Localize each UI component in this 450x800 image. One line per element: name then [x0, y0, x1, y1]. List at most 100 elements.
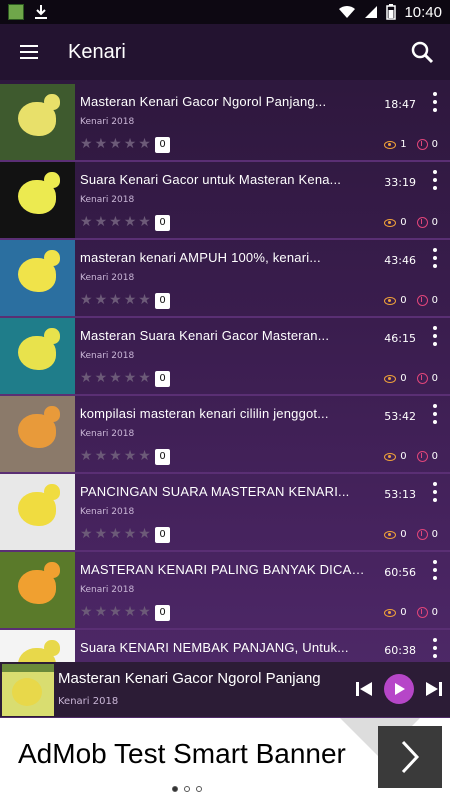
star-icon[interactable]: ★	[124, 214, 137, 230]
video-item[interactable]: masteran kenari AMPUH 100%, kenari... Ke…	[0, 240, 450, 318]
more-options-icon[interactable]	[432, 404, 438, 424]
star-icon[interactable]: ★	[138, 370, 151, 386]
video-stats: 0 0	[384, 529, 438, 540]
rating-stars[interactable]: ★ ★ ★ ★ ★	[80, 370, 151, 386]
star-icon[interactable]: ★	[80, 448, 93, 464]
star-icon[interactable]: ★	[95, 370, 108, 386]
mini-player[interactable]: Masteran Kenari Gacor Ngorol Panjang Ken…	[0, 662, 450, 717]
video-item[interactable]: Suara Kenari Gacor untuk Masteran Kena..…	[0, 162, 450, 240]
video-duration: 60:56	[384, 566, 416, 579]
video-duration: 18:47	[384, 98, 416, 111]
more-options-icon[interactable]	[432, 326, 438, 346]
rating-stars[interactable]: ★ ★ ★ ★ ★	[80, 136, 151, 152]
star-icon[interactable]: ★	[138, 604, 151, 620]
video-stats: 0 0	[384, 295, 438, 306]
more-options-icon[interactable]	[432, 560, 438, 580]
star-icon[interactable]: ★	[124, 292, 137, 308]
video-title: MASTERAN KENARI PALING BANYAK DICAR...	[80, 562, 370, 577]
video-item[interactable]: Masteran Suara Kenari Gacor Masteran... …	[0, 318, 450, 396]
view-count: 0	[400, 451, 407, 462]
view-count: 0	[400, 607, 407, 618]
video-thumbnail	[0, 474, 75, 550]
star-icon[interactable]: ★	[80, 136, 93, 152]
video-duration: 43:46	[384, 254, 416, 267]
download-icon	[416, 373, 428, 384]
video-duration: 46:15	[384, 332, 416, 345]
star-icon[interactable]: ★	[80, 370, 93, 386]
video-thumbnail	[0, 396, 75, 472]
play-icon	[395, 683, 405, 695]
video-item[interactable]: MASTERAN KENARI PALING BANYAK DICAR... K…	[0, 552, 450, 630]
star-icon[interactable]: ★	[124, 604, 137, 620]
download-icon	[416, 139, 428, 150]
star-icon[interactable]: ★	[138, 448, 151, 464]
eye-icon	[384, 530, 397, 539]
eye-icon	[384, 140, 397, 149]
view-count: 0	[400, 529, 407, 540]
video-subtitle: Kenari 2018	[80, 351, 135, 361]
more-options-icon[interactable]	[432, 248, 438, 268]
ad-open-button[interactable]	[378, 726, 442, 788]
video-item[interactable]: Masteran Kenari Gacor Ngorol Panjang... …	[0, 84, 450, 162]
video-duration: 60:38	[384, 644, 416, 657]
star-icon[interactable]: ★	[138, 292, 151, 308]
star-icon[interactable]: ★	[124, 448, 137, 464]
video-stats: 1 0	[384, 139, 438, 150]
star-icon[interactable]: ★	[95, 448, 108, 464]
clock: 10:40	[404, 3, 442, 21]
star-icon[interactable]: ★	[95, 526, 108, 542]
rating-count: 0	[155, 527, 170, 543]
more-options-icon[interactable]	[432, 170, 438, 190]
star-icon[interactable]: ★	[109, 292, 122, 308]
ad-banner[interactable]: AdMob Test Smart Banner	[0, 718, 450, 800]
star-icon[interactable]: ★	[95, 214, 108, 230]
video-subtitle: Kenari 2018	[80, 195, 135, 205]
more-options-icon[interactable]	[432, 638, 438, 658]
star-icon[interactable]: ★	[109, 370, 122, 386]
status-bar: 10:40	[0, 0, 450, 24]
video-subtitle: Kenari 2018	[80, 585, 135, 595]
video-stats: 0 0	[384, 373, 438, 384]
rating-stars[interactable]: ★ ★ ★ ★ ★	[80, 526, 151, 542]
next-icon[interactable]	[424, 680, 444, 698]
download-count: 0	[431, 529, 438, 540]
video-item[interactable]: kompilasi masteran kenari cililin jenggo…	[0, 396, 450, 474]
star-icon[interactable]: ★	[80, 292, 93, 308]
player-title: Masteran Kenari Gacor Ngorol Panjang	[58, 670, 321, 687]
signal-icon	[365, 6, 378, 18]
video-title: PANCINGAN SUARA MASTERAN KENARI...	[80, 484, 350, 499]
star-icon[interactable]: ★	[124, 136, 137, 152]
video-item[interactable]: PANCINGAN SUARA MASTERAN KENARI... Kenar…	[0, 474, 450, 552]
star-icon[interactable]: ★	[109, 604, 122, 620]
rating-stars[interactable]: ★ ★ ★ ★ ★	[80, 214, 151, 230]
star-icon[interactable]: ★	[95, 136, 108, 152]
star-icon[interactable]: ★	[109, 214, 122, 230]
star-icon[interactable]: ★	[95, 292, 108, 308]
star-icon[interactable]: ★	[80, 214, 93, 230]
more-options-icon[interactable]	[432, 482, 438, 502]
star-icon[interactable]: ★	[109, 526, 122, 542]
star-icon[interactable]: ★	[138, 526, 151, 542]
video-duration: 53:13	[384, 488, 416, 501]
video-list: Masteran Kenari Gacor Ngorol Panjang... …	[0, 84, 450, 708]
rating-stars[interactable]: ★ ★ ★ ★ ★	[80, 604, 151, 620]
download-icon	[416, 607, 428, 618]
star-icon[interactable]: ★	[95, 604, 108, 620]
rating-stars[interactable]: ★ ★ ★ ★ ★	[80, 448, 151, 464]
play-button[interactable]	[384, 674, 414, 704]
rating-stars[interactable]: ★ ★ ★ ★ ★	[80, 292, 151, 308]
star-icon[interactable]: ★	[80, 526, 93, 542]
star-icon[interactable]: ★	[124, 526, 137, 542]
menu-button[interactable]	[0, 24, 58, 80]
star-icon[interactable]: ★	[138, 214, 151, 230]
star-icon[interactable]: ★	[109, 136, 122, 152]
search-button[interactable]	[394, 24, 450, 80]
star-icon[interactable]: ★	[80, 604, 93, 620]
star-icon[interactable]: ★	[138, 136, 151, 152]
star-icon[interactable]: ★	[109, 448, 122, 464]
chevron-right-icon	[401, 740, 420, 774]
previous-icon[interactable]	[354, 680, 374, 698]
search-icon	[411, 41, 434, 64]
more-options-icon[interactable]	[432, 92, 438, 112]
star-icon[interactable]: ★	[124, 370, 137, 386]
